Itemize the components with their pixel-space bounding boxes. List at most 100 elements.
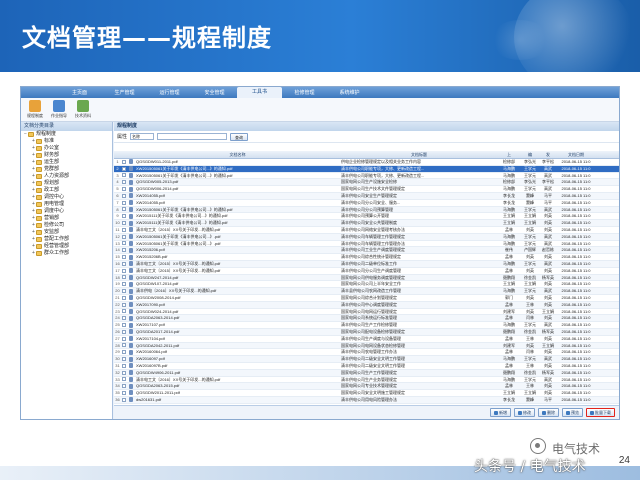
tree-item[interactable]: + 调控中心 [21, 194, 112, 201]
table-cell: 马海鹏 [503, 165, 515, 171]
table-row[interactable]: 26 QGSGDA2017-2014.pdf 国家电网公司配电设备检修管理规定 聂鹏翔… [114, 328, 619, 336]
menu-item[interactable]: 系统维护 [327, 89, 372, 96]
table-cell: 王林 [526, 301, 534, 307]
toolbar-button[interactable]: 作业指导 [49, 100, 69, 119]
tree-item[interactable]: + 检修公司 [21, 222, 112, 229]
tree-item[interactable]: + 经营管理部 [21, 243, 112, 250]
col-a[interactable]: 上 [497, 151, 521, 158]
col-b[interactable]: 编 [521, 151, 539, 158]
table-cell: 徐金凯 [524, 328, 536, 334]
add-button[interactable]: 新增 [490, 408, 511, 417]
toolbar-button[interactable]: 技术资料 [73, 100, 93, 119]
table-row[interactable]: 34 QGSGDA2063-2015.pdf 国家电网公司专业技术管理规定 孟林 王林 刘… [114, 383, 619, 391]
table-row[interactable]: 22 XW2017090.pdf 清丰供电公司中心调度管理规定 孟林 王林 刘英 2018-… [114, 301, 619, 309]
menu-item[interactable]: 工具书 [237, 87, 282, 98]
table-row[interactable]: 8 XW201505061关于印发《清丰供电公司...》的通知.pdf 清丰供电公司… [114, 206, 619, 214]
table-row[interactable]: 24 QGSGDA2063-2014.pdf 国家电网公司系统运行标准管理 孟林 闫林 刘… [114, 315, 619, 323]
table-row[interactable]: 17 清丰电工文〔2015〕XX号关于印发...的通知.pdf 清丰供电公司分公司生… [114, 268, 619, 275]
menu-item[interactable]: 生产管理 [102, 89, 147, 96]
toolbar-button[interactable]: 规程制度 [25, 100, 45, 119]
table-row[interactable]: 1 QGSGDW011-2011.pdf 供电企业检修管理规定以及相关业务工作内容 检… [114, 159, 619, 166]
search-input[interactable] [157, 133, 228, 140]
col-title[interactable]: 文档标题 [339, 151, 497, 158]
file-icon [127, 322, 134, 328]
table-cell: 李长龙 [503, 396, 515, 402]
file-icon [127, 227, 134, 233]
tree-item[interactable]: + 调度中心 [21, 208, 112, 215]
tree-item[interactable]: + 人力资源部 [21, 173, 112, 180]
table-row[interactable]: 32 QGSGDW4906-2011.pdf 国家电网公司生产工作管理规定 聂鹏翔 徐金… [114, 369, 619, 377]
col-c[interactable]: 发 [539, 151, 557, 158]
table-row[interactable]: 29 XW20160064.pdf 清丰供电公司农电管理工作办法 孟林 闫林 刘英 2018… [114, 349, 619, 357]
table-row[interactable]: 9 XW2015111关于印发《清丰供电公司...》的通知.pdf 清丰供电公司预算… [114, 213, 619, 221]
table-row[interactable]: 28 QGSGDA2042-2011.pdf 国家电网公司电网设备状态检修管理 刘建军… [114, 342, 619, 350]
table-row[interactable]: 16 清丰电工文〔2015〕XX号关于印发...的通知.pdf 清丰供电公司二级单位… [114, 260, 619, 268]
menu-item[interactable]: 检修管理 [282, 89, 327, 96]
table-row[interactable]: 23 QGSGDW024-2014.pdf 国家电网公司电网运行管理规定 刘建军 刘英 王… [114, 309, 619, 316]
table-cell: QGSGDW247-2014.pdf [136, 274, 179, 280]
attribute-select[interactable]: 名称 [130, 133, 155, 140]
table-cell: 孟林 [505, 301, 513, 307]
table-row[interactable]: 13 XW201505061关于印发《清丰供电公司...》.pdf 清丰供电公司车辆… [114, 241, 619, 248]
row-number: 17 [115, 267, 120, 273]
table-row[interactable]: 25 XW2017107.pdf 清丰供电公司生产工作检修管理 马海鹏 王学元 高武 201… [114, 322, 619, 329]
table-cell: 高武 [544, 376, 552, 382]
tree-item[interactable]: + 群众工作部 [21, 250, 112, 257]
table-row[interactable]: 18 QGSGDW247-2014.pdf 国家电网公司供电服务调度管理规定 聂鹏翔 徐… [114, 274, 619, 282]
tree-item[interactable]: + 标准 [21, 138, 112, 145]
edit-button[interactable]: 修改 [514, 408, 535, 417]
table-row[interactable]: 21 QGSGDW2008-2014.pdf 国家电网公司综合计划管理规定 郭门 刘英 刘… [114, 295, 619, 302]
table-row[interactable]: 27 XW2017104.pdf 清丰供电公司生产调度与设备管理 孟林 王林 刘英 2018… [114, 336, 619, 343]
table-cell: 刘英 [526, 254, 534, 260]
tree-item[interactable]: + 规划部 [21, 180, 112, 187]
table-row[interactable]: 36 dw201631.pdf 清丰供电公司用电风险管理办法 李长龙 窦峰 马平 2018-… [114, 396, 619, 404]
tree-item[interactable]: + 用电管理 [21, 201, 112, 208]
table-row[interactable]: 33 清丰电工文〔2016〕XX号关于印发...的通知.pdf 清丰供电公司生产业务… [114, 377, 619, 384]
table-cell: 刘建军 [503, 308, 515, 314]
delete-button[interactable]: 删除 [538, 408, 559, 417]
table-cell: 马海鹏 [503, 376, 515, 382]
table-row[interactable]: 12 XW201505061关于印发《清丰供电公司...》.pdf 清丰供电公司车辆… [114, 233, 619, 241]
row-number: 13 [115, 240, 120, 246]
table-cell: 清丰供电公司二级安全文明工作管理 [341, 362, 405, 368]
menu-item[interactable]: 安全管理 [192, 89, 237, 96]
table-cell: 清丰供电公司职能专项，大修、更新改造工程... [341, 165, 425, 171]
tree-item[interactable]: + 财务部 [21, 152, 112, 159]
table-row[interactable]: 5 QGSGDW006-2014.pdf 国家电网公司生产技术文件管理规定 马海鹏 王学… [114, 186, 619, 193]
table-row[interactable]: 2 XW201505061关于印发《清丰供电公司...》的通知.pdf 清丰供电公司… [114, 165, 619, 173]
tree-item[interactable]: − 规程制度 [21, 131, 112, 138]
table-row[interactable]: 10 XW2015111关于印发《清丰供电公司...》的通知.pdf 清丰供电公司安… [114, 220, 619, 227]
tree-item[interactable]: + 党群部 [21, 166, 112, 173]
tree-item[interactable]: + 办公室 [21, 145, 112, 152]
table-row[interactable]: 4 QGSGDW005-2013.pdf 国家电网公司生产设施安全检修 检修部 李弘光李… [114, 179, 619, 187]
table-cell: 刘英 [544, 383, 552, 389]
table-row[interactable]: 6 XW2014055.pdf 清丰供电公司安全生产管理规定 李长龙 窦峰 马平 2018-… [114, 192, 619, 200]
tree-item[interactable]: + 安监部 [21, 229, 112, 236]
folder-icon [36, 146, 42, 151]
tree-item[interactable]: + 营销部 [21, 215, 112, 222]
menu-item[interactable]: 主页面 [57, 89, 102, 96]
table-cell: 窦峰 [526, 192, 534, 198]
folder-icon [36, 209, 42, 214]
table-row[interactable]: 15 XW2015206B.pdf 清丰供电公司综合性统计管理规定 孟林 刘英 刘英 201… [114, 254, 619, 261]
table-cell: 2018-06-15 11:0 [561, 308, 591, 314]
search-button[interactable]: 查询 [230, 132, 249, 141]
tree-item[interactable]: + 政工部 [21, 187, 112, 194]
col-date[interactable]: 文档日期 [557, 151, 595, 158]
table-row[interactable]: 20 清丰供电〔2016〕XX号关于印发...的通知.pdf 清丰县供电公司农网改造… [114, 288, 619, 295]
table-row[interactable]: 3 XW201505061关于印发《清丰供电公司...》的通知.pdf 清丰供电公司… [114, 173, 619, 180]
tree-item[interactable]: + 营配工作部 [21, 236, 112, 243]
table-row[interactable]: 11 清丰电工文〔2015〕XX号关于印发...的通知.pdf 清丰供电公司网络安全… [114, 227, 619, 234]
tree-item[interactable]: + 运生部 [21, 159, 112, 166]
table-row[interactable]: 31 XW2016097B.pdf 清丰供电公司二级安全文明工作管理 孟林 王林 刘英 20… [114, 363, 619, 370]
preview-button[interactable]: 预览 [562, 408, 583, 417]
menu-item[interactable]: 运行管理 [147, 89, 192, 96]
table-row[interactable]: 19 QGSGDW107-2014.pdf 国家电网公司公司上半年安全工作 王立娟 王立… [114, 281, 619, 289]
col-name[interactable]: 文档名称 [134, 151, 339, 158]
table-row[interactable]: 14 XW2015206.pdf 清丰供电公司工业生产调度管理规定 崔伟 卢国辉 赵哲栋 2… [114, 247, 619, 255]
table-row[interactable]: 30 XW2016097.pdf 清丰供电公司二级安全文明工作管理 马海鹏 王学元 高武 2… [114, 356, 619, 363]
batch-download-button[interactable]: 批量下载 [586, 408, 615, 417]
table-row[interactable]: 7 XW2014055.pdf 清丰供电公司分公司安全、服务... 李长龙 窦峰 马平 20… [114, 200, 619, 207]
table-row[interactable]: 35 QGSGDW2011-2011.pdf 国家电网公司安全文明施工管理规定 王立娟… [114, 390, 619, 397]
table-cell: 闫林 [526, 315, 534, 321]
